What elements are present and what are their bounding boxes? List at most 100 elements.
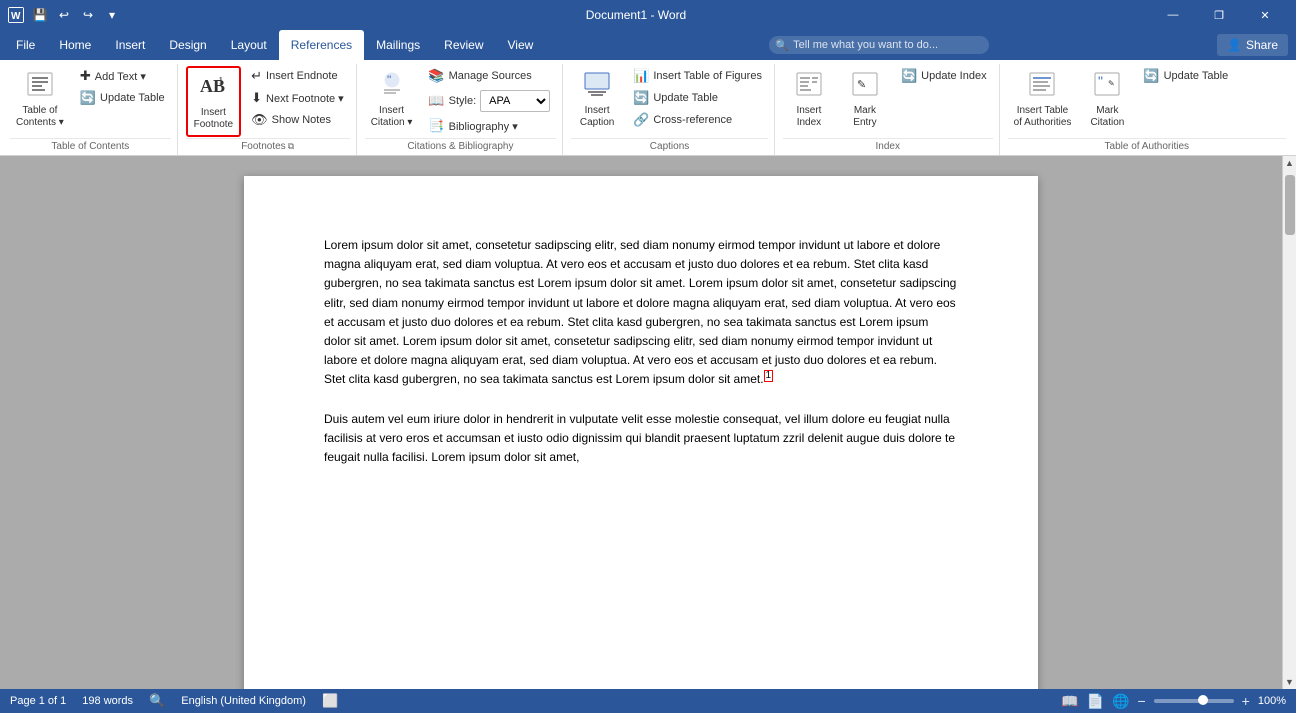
group-index: InsertIndex ✎ MarkEntry 🔄 Update Index I… <box>777 64 1000 155</box>
insert-table-authorities-button[interactable]: Insert Tableof Authorities <box>1008 66 1078 133</box>
cross-reference-button[interactable]: 🔗 Cross-reference <box>627 110 768 130</box>
mark-entry-icon: ✎ <box>851 70 879 103</box>
proofing-icon[interactable]: ⬜ <box>322 693 338 709</box>
footnotes-expand-icon[interactable]: ⧉ <box>288 141 294 152</box>
add-text-button[interactable]: ✚ Add Text ▾ <box>74 66 171 86</box>
group-table-of-contents: Table ofContents ▾ ✚ Add Text ▾ 🔄 Update… <box>4 64 178 155</box>
insert-index-icon <box>795 70 823 103</box>
insert-endnote-icon: ↵ <box>251 68 262 84</box>
view-read-button[interactable]: 📖 <box>1061 693 1078 710</box>
word-icon: W <box>8 7 24 23</box>
view-print-button[interactable]: 📄 <box>1087 693 1104 710</box>
manage-sources-button[interactable]: 📚 Manage Sources <box>422 66 556 86</box>
update-table-authorities-button[interactable]: 🔄 Update Table <box>1137 66 1234 86</box>
footnotes-small-group: ↵ Insert Endnote ⬇ Next Footnote ▾ 👁 Sho… <box>245 66 350 130</box>
add-text-label: Add Text ▾ <box>95 70 146 83</box>
document-check-icon[interactable]: 🔍 <box>149 693 165 709</box>
language[interactable]: English (United Kingdom) <box>181 695 306 707</box>
update-table-toc-label: Update Table <box>100 92 165 104</box>
next-footnote-button[interactable]: ⬇ Next Footnote ▾ <box>245 88 350 108</box>
update-table-captions-button[interactable]: 🔄 Update Table <box>627 88 768 108</box>
update-table-cap-icon: 🔄 <box>633 90 649 106</box>
menu-references[interactable]: References <box>279 30 364 60</box>
insert-citation-button[interactable]: " InsertCitation ▾ <box>365 66 419 133</box>
menu-mailings[interactable]: Mailings <box>364 30 432 60</box>
update-toa-icon: 🔄 <box>1143 68 1159 84</box>
zoom-slider[interactable] <box>1154 699 1234 703</box>
status-bar: Page 1 of 1 198 words 🔍 English (United … <box>0 689 1296 713</box>
citations-label-text: Citations & Bibliography <box>407 141 513 152</box>
show-notes-button[interactable]: 👁 Show Notes <box>245 110 350 130</box>
menu-view[interactable]: View <box>496 30 546 60</box>
insert-index-button[interactable]: InsertIndex <box>783 66 835 133</box>
svg-text:": " <box>1098 73 1103 89</box>
menu-layout[interactable]: Layout <box>219 30 279 60</box>
insert-citation-icon: " <box>378 70 406 103</box>
authorities-small-group: 🔄 Update Table <box>1137 66 1234 86</box>
mark-citation-label: MarkCitation <box>1090 105 1124 129</box>
bibliography-button[interactable]: 📑 Bibliography ▾ <box>422 116 556 136</box>
insert-table-of-figures-button[interactable]: 📊 Insert Table of Figures <box>627 66 768 86</box>
insert-caption-button[interactable]: InsertCaption <box>571 66 623 133</box>
close-button[interactable]: ✕ <box>1242 0 1288 30</box>
vertical-scrollbar[interactable]: ▲ ▼ <box>1282 156 1296 689</box>
scroll-track[interactable] <box>1283 170 1296 675</box>
group-captions: InsertCaption 📊 Insert Table of Figures … <box>565 64 775 155</box>
minimize-button[interactable]: — <box>1150 0 1196 30</box>
captions-group-content: InsertCaption 📊 Insert Table of Figures … <box>571 66 768 138</box>
view-web-button[interactable]: 🌐 <box>1112 693 1129 710</box>
undo-button[interactable]: ↩ <box>54 5 74 25</box>
index-label-text: Index <box>876 141 900 152</box>
zoom-level: 100% <box>1258 695 1286 707</box>
zoom-out-button[interactable]: − <box>1137 693 1145 709</box>
table-of-contents-button[interactable]: Table ofContents ▾ <box>10 66 70 133</box>
para2-text: Duis autem vel eum iriure dolor in hendr… <box>324 412 955 464</box>
manage-sources-label: Manage Sources <box>449 70 532 82</box>
add-text-icon: ✚ <box>80 68 91 84</box>
update-index-icon: 🔄 <box>901 68 917 84</box>
insert-endnote-button[interactable]: ↵ Insert Endnote <box>245 66 350 86</box>
mark-citation-button[interactable]: "✎ MarkCitation <box>1081 66 1133 133</box>
insert-caption-icon <box>583 70 611 103</box>
restore-button[interactable]: ❐ <box>1196 0 1242 30</box>
toc-group-content: Table ofContents ▾ ✚ Add Text ▾ 🔄 Update… <box>10 66 171 138</box>
customize-button[interactable]: ▾ <box>102 5 122 25</box>
menu-review[interactable]: Review <box>432 30 495 60</box>
next-footnote-icon: ⬇ <box>251 90 262 106</box>
mark-entry-button[interactable]: ✎ MarkEntry <box>839 66 891 133</box>
scroll-up-button[interactable]: ▲ <box>1283 156 1296 170</box>
menu-file[interactable]: File <box>4 30 47 60</box>
update-table-toc-button[interactable]: 🔄 Update Table <box>74 88 171 108</box>
bibliography-icon: 📑 <box>428 118 444 134</box>
toc-small-group: ✚ Add Text ▾ 🔄 Update Table <box>74 66 171 108</box>
menu-design[interactable]: Design <box>157 30 218 60</box>
update-index-label: Update Index <box>921 70 986 82</box>
document-page: Lorem ipsum dolor sit amet, consetetur s… <box>244 176 1038 689</box>
paragraph-1: Lorem ipsum dolor sit amet, consetetur s… <box>324 236 958 390</box>
zoom-in-button[interactable]: + <box>1242 693 1250 709</box>
update-toa-label: Update Table <box>1164 70 1229 82</box>
style-label: Style: <box>449 95 477 107</box>
menu-insert[interactable]: Insert <box>103 30 157 60</box>
save-button[interactable]: 💾 <box>30 5 50 25</box>
scroll-thumb[interactable] <box>1285 175 1295 235</box>
captions-label-text: Captions <box>650 141 689 152</box>
menu-home[interactable]: Home <box>47 30 103 60</box>
style-select[interactable]: APAMLAChicago <box>480 90 550 112</box>
para1-text: Lorem ipsum dolor sit amet, consetetur s… <box>324 238 956 386</box>
insert-footnote-button[interactable]: AB 1 InsertFootnote <box>186 66 241 137</box>
group-footnotes: AB 1 InsertFootnote ↵ Insert Endnote ⬇ N… <box>180 64 357 155</box>
footnotes-group-label: Footnotes ⧉ <box>186 138 350 155</box>
redo-button[interactable]: ↪ <box>78 5 98 25</box>
insert-citation-label: InsertCitation ▾ <box>371 105 413 129</box>
tell-me-input[interactable] <box>769 36 989 54</box>
show-notes-icon: 👁 <box>251 112 268 128</box>
update-index-button[interactable]: 🔄 Update Index <box>895 66 993 86</box>
footnotes-group-content: AB 1 InsertFootnote ↵ Insert Endnote ⬇ N… <box>186 66 350 138</box>
style-icon: 📖 <box>428 93 444 109</box>
document-area: Lorem ipsum dolor sit amet, consetetur s… <box>0 156 1282 689</box>
share-button[interactable]: 👤 Share <box>1217 34 1288 56</box>
scroll-down-button[interactable]: ▼ <box>1283 675 1296 689</box>
style-button[interactable]: 📖 Style: APAMLAChicago <box>422 88 556 114</box>
insert-toa-icon <box>1028 70 1056 103</box>
